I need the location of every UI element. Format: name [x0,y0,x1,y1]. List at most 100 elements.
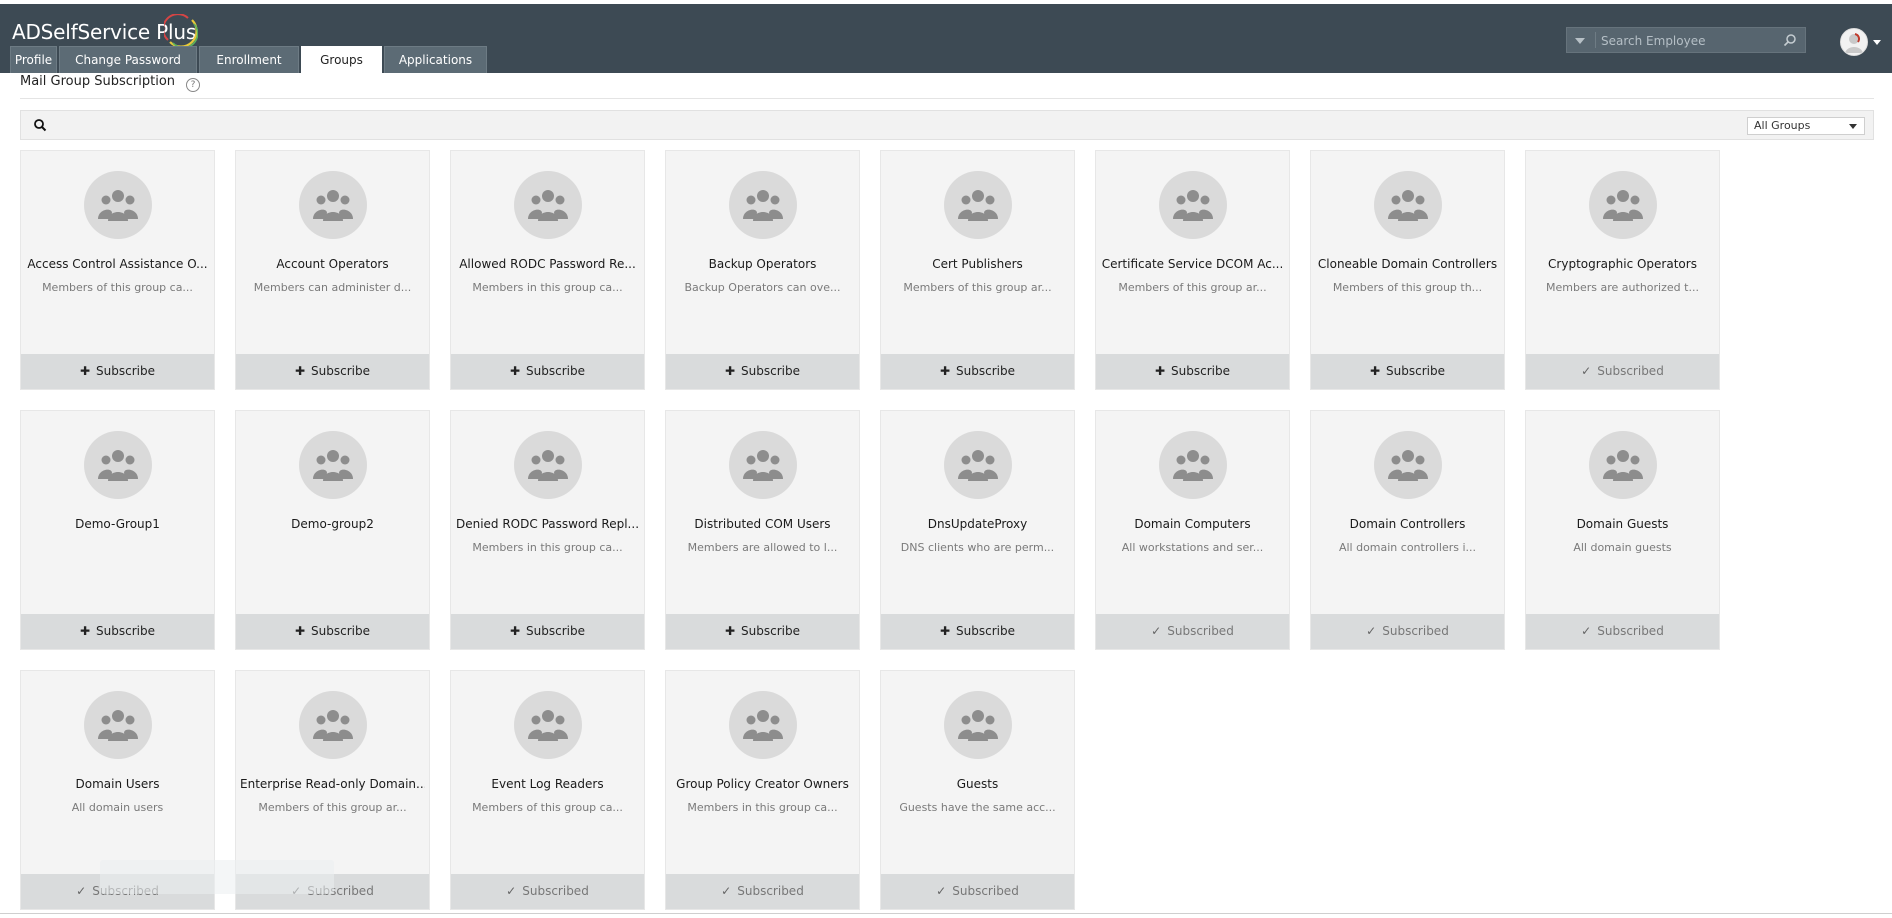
group-filter-select[interactable]: All Groups [1747,117,1865,135]
group-name: DnsUpdateProxy [927,517,1028,531]
subscribe-button[interactable]: ✚ Subscribe [1096,354,1289,389]
group-card: Allowed RODC Password Re... Members in th… [450,150,645,390]
group-description: Backup Operators can ove... [684,281,841,294]
plus-icon: ✚ [1369,364,1381,378]
subscribed-button[interactable]: ✓ Subscribed [666,874,859,909]
subscribe-label: Subscribe [956,364,1016,378]
group-description: Members are authorized t... [1546,281,1699,294]
search-scope-dropdown-icon[interactable] [1575,38,1585,44]
subscribed-button[interactable]: ✓ Subscribed [1526,354,1719,389]
group-name: Enterprise Read-only Domain... [240,777,425,791]
subscribe-label: Subscribe [311,364,371,378]
logo-arc-icon [164,14,198,46]
subscribe-button[interactable]: ✚ Subscribe [21,614,214,649]
group-icon [1589,171,1657,239]
group-icon [299,171,367,239]
group-name: Guests [956,777,999,791]
group-icon [84,691,152,759]
group-description: Members in this group ca... [472,541,623,554]
plus-icon: ✚ [294,364,306,378]
group-description: Members in this group ca... [687,801,838,814]
user-avatar[interactable] [1840,28,1868,56]
check-icon: ✓ [721,884,732,898]
group-icon [944,431,1012,499]
tab-applications[interactable]: Applications [384,46,487,73]
subscribe-button[interactable]: ✚ Subscribe [236,614,429,649]
group-description: Members of this group ca... [472,801,623,814]
chevron-down-icon [1849,124,1857,129]
tab-groups[interactable]: Groups [301,46,382,74]
tab-enrollment[interactable]: Enrollment [199,46,299,73]
avatar-icon [1845,33,1863,53]
subscribe-button[interactable]: ✚ Subscribe [451,354,644,389]
subscribed-button[interactable]: ✓ Subscribed [1311,614,1504,649]
group-card: Denied RODC Password Repl... Members in t… [450,410,645,650]
group-description: All domain controllers i... [1338,541,1477,554]
subscribe-label: Subscribe [741,624,801,638]
group-card: Group Policy Creator Owners Members in th… [665,670,860,910]
group-description: Members of this group ar... [1118,281,1267,294]
group-description: Members of this group th... [1332,281,1483,294]
group-icon [299,431,367,499]
group-card: Domain Computers All workstations and ser… [1095,410,1290,650]
subscribe-button[interactable]: ✚ Subscribe [21,354,214,389]
search-icon[interactable] [1783,33,1797,47]
group-icon [1159,431,1227,499]
group-icon [514,431,582,499]
group-icon [514,691,582,759]
group-name: Cloneable Domain Controllers [1317,257,1498,271]
subscribe-label: Subscribe [956,624,1016,638]
group-name: Account Operators [276,257,389,271]
subscribed-button[interactable]: ✓ Subscribed [881,874,1074,909]
group-card: Domain Controllers All domain controllers… [1310,410,1505,650]
subscribed-button[interactable]: ✓ Subscribed [451,874,644,909]
plus-icon: ✚ [509,624,521,638]
help-icon[interactable]: ? [186,78,200,92]
group-name: Domain Guests [1576,517,1669,531]
subscribed-button[interactable]: ✓ Subscribed [1526,614,1719,649]
group-icon [729,431,797,499]
app-header: ADSelfService Plus Profile Change Passwo… [0,4,1892,74]
group-description: All workstations and ser... [1121,541,1264,554]
subscribe-label: Subscribed [1597,624,1664,638]
group-description: All domain guests [1573,541,1672,554]
main-tabs: Profile Change Password Enrollment Group… [10,46,489,74]
group-name: Domain Computers [1134,517,1251,531]
group-icon [1374,431,1442,499]
subscribe-label: Subscribe [96,364,156,378]
subscribed-button[interactable]: ✓ Subscribed [1096,614,1289,649]
subscribe-button[interactable]: ✚ Subscribe [236,354,429,389]
employee-search-input[interactable] [1599,30,1779,52]
group-name: Cert Publishers [932,257,1023,271]
subscribe-button[interactable]: ✚ Subscribe [451,614,644,649]
subscribe-button[interactable]: ✚ Subscribe [1311,354,1504,389]
group-card: Cryptographic Operators Members are autho… [1525,150,1720,390]
plus-icon: ✚ [509,364,521,378]
group-name: Group Policy Creator Owners [676,777,849,791]
group-name: Backup Operators [708,257,817,271]
search-divider [1595,32,1596,48]
group-card: Event Log Readers Members of this group c… [450,670,645,910]
subscribe-button[interactable]: ✚ Subscribe [881,614,1074,649]
check-icon: ✓ [936,884,947,898]
group-filter-value: All Groups [1754,119,1811,132]
search-icon[interactable] [33,118,47,132]
group-name: Domain Controllers [1349,517,1466,531]
group-icon [84,431,152,499]
subscribe-button[interactable]: ✚ Subscribe [881,354,1074,389]
group-card: Cloneable Domain Controllers Members of t… [1310,150,1505,390]
plus-icon: ✚ [1154,364,1166,378]
subscribe-button[interactable]: ✚ Subscribe [666,614,859,649]
group-icon [84,171,152,239]
subscribe-button[interactable]: ✚ Subscribe [666,354,859,389]
subscribe-label: Subscribe [526,624,586,638]
group-card: Cert Publishers Members of this group ar.… [880,150,1075,390]
group-card: Access Control Assistance O... Members of… [20,150,215,390]
group-name: Denied RODC Password Repl... [455,517,640,531]
tab-change-password[interactable]: Change Password [59,46,197,73]
group-name: Allowed RODC Password Re... [459,257,636,271]
user-menu-caret-icon[interactable] [1873,40,1881,45]
tab-profile[interactable]: Profile [10,46,57,73]
group-name: Certificate Service DCOM Ac... [1101,257,1284,271]
filter-bar: All Groups [20,110,1874,140]
